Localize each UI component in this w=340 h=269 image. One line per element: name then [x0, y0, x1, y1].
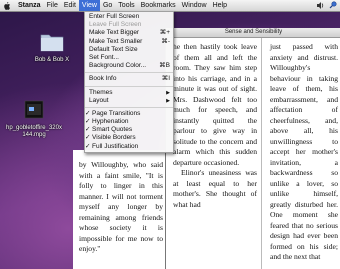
shortcut-label: ⌘B — [159, 62, 170, 70]
shortcut-label: ⌘+ — [159, 29, 170, 37]
shortcut-label: ⌘I — [161, 75, 170, 83]
apple-menu-icon[interactable] — [3, 1, 11, 10]
menu-item-layout[interactable]: Layout ▶ — [85, 97, 173, 105]
menu-separator — [85, 85, 173, 87]
menu-item-set-font[interactable]: Set Font... — [85, 54, 173, 62]
menu-go[interactable]: Go — [100, 0, 115, 11]
menu-window[interactable]: Window — [179, 0, 210, 11]
menu-item-book-info[interactable]: Book Info ⌘I — [85, 75, 173, 83]
desktop-folder-item[interactable]: Bob & Bob X — [30, 32, 74, 63]
folder-label: Bob & Bob X — [34, 57, 70, 63]
page-left-paragraph-2: Elinor's uneasiness was at least equal t… — [173, 168, 257, 209]
menu-item-themes[interactable]: Themes ▶ — [85, 89, 173, 97]
menu-separator — [85, 72, 173, 74]
page-right-paragraph: just passed with anxiety and distrust. W… — [270, 42, 338, 261]
movie-file-label: hp_gobletoffire_320x 144.mpg — [6, 125, 62, 138]
left-page-partial: by Willoughby, who said with a faint smi… — [73, 150, 167, 269]
menu-item-visible-borders[interactable]: ✓ Visible Borders — [85, 134, 173, 142]
menu-item-smart-quotes[interactable]: ✓ Smart Quotes — [85, 126, 173, 134]
menu-item-full-justification[interactable]: ✓ Full Justification — [85, 143, 173, 151]
menu-view[interactable]: View — [78, 0, 100, 11]
checkmark-icon: ✓ — [85, 109, 91, 117]
menu-tools[interactable]: Tools — [115, 0, 137, 11]
view-menu-dropdown: Enter Full Screen Leave Full Screen Make… — [84, 11, 174, 153]
menu-item-page-transitions[interactable]: ✓ Page Transitions — [85, 110, 173, 118]
book-page-left: he then hastily took leave of them all a… — [166, 38, 262, 269]
menu-app-name[interactable]: Stanza — [15, 0, 44, 11]
submenu-arrow-icon: ▶ — [166, 97, 170, 104]
checkmark-icon: ✓ — [85, 126, 91, 134]
checkmark-icon: ✓ — [85, 118, 91, 126]
menu-item-make-text-smaller[interactable]: Make Text Smaller ⌘- — [85, 38, 173, 46]
menu-edit[interactable]: Edit — [61, 0, 79, 11]
menu-item-make-text-bigger[interactable]: Make Text Bigger ⌘+ — [85, 29, 173, 37]
menu-item-enter-full-screen[interactable]: Enter Full Screen — [85, 13, 173, 21]
movie-file-icon — [24, 100, 44, 119]
window-title[interactable]: Sense and Sensibility — [166, 28, 340, 38]
left-page-text: by Willoughby, who said with a faint smi… — [79, 160, 163, 253]
submenu-arrow-icon: ▶ — [166, 89, 170, 96]
desktop-movie-item[interactable]: hp_gobletoffire_320x 144.mpg — [4, 98, 64, 139]
checkmark-icon: ✓ — [85, 142, 91, 150]
menu-help[interactable]: Help — [210, 0, 230, 11]
reader-window: Sense and Sensibility he then hastily to… — [165, 28, 340, 269]
page-left-paragraph: he then hastily took leave of them all a… — [173, 42, 257, 167]
shortcut-label: ⌘- — [161, 37, 170, 45]
menu-file[interactable]: File — [44, 0, 61, 11]
menu-item-hyphenation[interactable]: ✓ Hyphenation — [85, 118, 173, 126]
spotlight-search-icon[interactable] — [329, 1, 337, 9]
folder-icon — [40, 34, 64, 52]
menu-item-default-text-size[interactable]: Default Text Size — [85, 46, 173, 54]
menu-item-background-color[interactable]: Background Color... ⌘B — [85, 62, 173, 70]
book-page-right: just passed with anxiety and distrust. W… — [263, 38, 340, 269]
menu-bookmarks[interactable]: Bookmarks — [138, 0, 179, 11]
menu-separator — [85, 106, 173, 108]
checkmark-icon: ✓ — [85, 134, 91, 142]
volume-icon[interactable] — [317, 1, 325, 9]
